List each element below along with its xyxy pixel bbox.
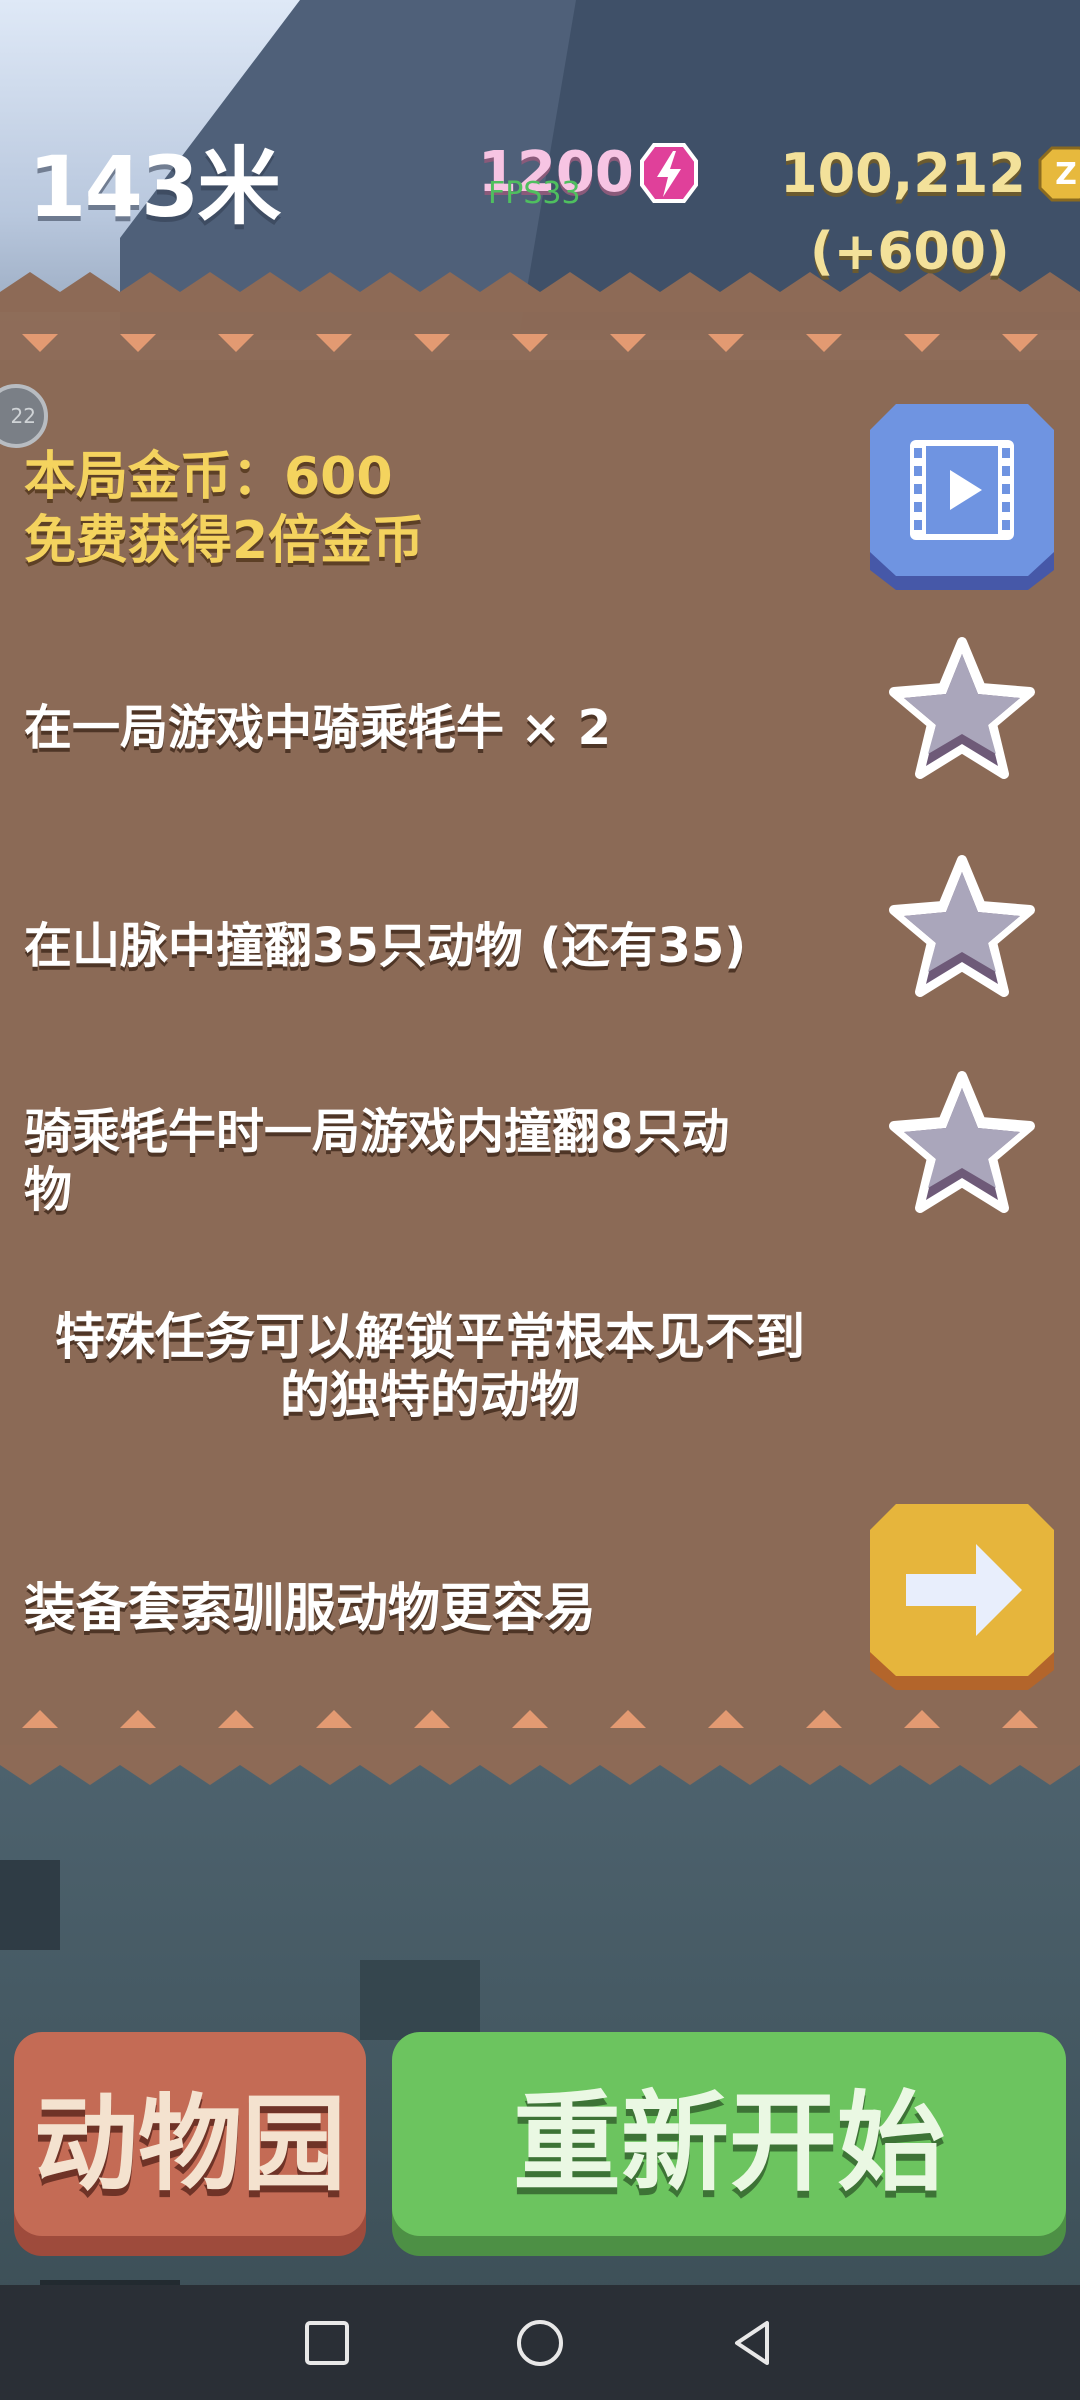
lasso-tip-text: 装备套索驯服动物更容易 — [24, 1579, 597, 1639]
circle-icon[interactable] — [514, 2317, 566, 2369]
coin-display: 100,212 Z — [780, 142, 1080, 205]
film-play-icon — [910, 440, 1014, 540]
fps-counter: FPS33 — [488, 176, 581, 211]
svg-text:Z: Z — [1055, 157, 1077, 192]
star-icon — [889, 1071, 1035, 1213]
tip-text-line2: 的独特的动物 — [280, 1366, 580, 1424]
mission-3-text: 骑乘牦牛时一局游戏内撞翻8只动 — [24, 1104, 730, 1160]
distance-counter: 143米 — [28, 138, 281, 236]
star-icon — [889, 637, 1035, 779]
panel-bottom-decoration — [22, 1710, 1038, 1728]
watch-video-button[interactable] — [866, 400, 1058, 592]
triangle-back-icon[interactable] — [727, 2317, 779, 2369]
double-coins-text: 免费获得2倍金币 — [24, 511, 425, 571]
lightning-icon — [639, 142, 698, 203]
coin-bonus: (+600) — [810, 222, 1010, 282]
mission-3-text-cont: 物 — [24, 1162, 73, 1218]
zoo-button[interactable]: 动物园 — [14, 2032, 366, 2236]
lasso-arrow-button[interactable] — [866, 1500, 1058, 1692]
rock — [360, 1960, 480, 2040]
star-icon — [889, 855, 1035, 997]
rock — [0, 1860, 60, 1950]
coin-total: 100,212 — [780, 142, 1026, 205]
coin-icon: Z — [1038, 146, 1080, 201]
mission-2-text: 在山脉中撞翻35只动物 (还有35) — [24, 918, 747, 974]
restart-button[interactable]: 重新开始 — [392, 2032, 1066, 2236]
panel-bottom-zigzag — [0, 1745, 1080, 1785]
square-icon[interactable] — [301, 2317, 353, 2369]
panel-top-decoration — [22, 334, 1038, 352]
android-nav-bar — [0, 2285, 1080, 2400]
mission-1-text: 在一局游戏中骑乘牦牛 × 2 — [24, 700, 612, 756]
